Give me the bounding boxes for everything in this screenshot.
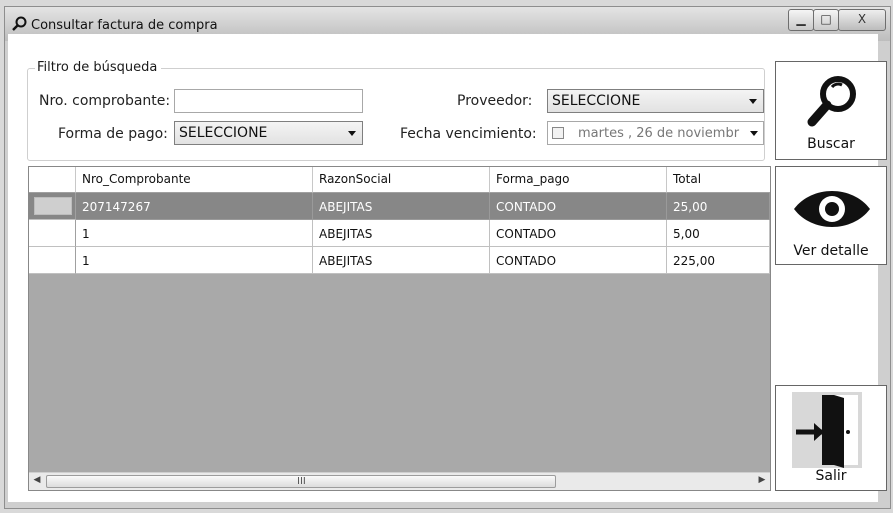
column-header-total[interactable]: Total (667, 167, 770, 193)
horizontal-scrollbar[interactable]: ◀ III ▶ (29, 472, 770, 490)
maximize-icon: □ (820, 12, 832, 26)
nro-comprobante-input[interactable] (174, 89, 363, 113)
buscar-button[interactable]: Buscar (775, 61, 887, 160)
ver-detalle-button[interactable]: Ver detalle (775, 166, 887, 265)
fecha-vencimiento-datepicker[interactable]: martes , 26 de noviembr (547, 121, 764, 145)
minimize-button[interactable]: ▁ (788, 9, 814, 31)
eye-icon (794, 191, 870, 227)
forma-pago-label: Forma de pago: (58, 126, 168, 142)
close-icon: X (857, 12, 867, 26)
chevron-down-icon (348, 131, 356, 136)
chevron-down-icon (750, 131, 758, 136)
minimize-icon: ▁ (796, 12, 806, 26)
scroll-left-icon[interactable]: ◀ (30, 475, 44, 489)
cell-forma-pago[interactable]: CONTADO (490, 247, 667, 274)
cell-razon-social[interactable]: ABEJITAS (313, 193, 490, 220)
cell-razon-social[interactable]: ABEJITAS (313, 247, 490, 274)
grid-corner-header (29, 167, 76, 193)
magnifier-icon (807, 76, 856, 127)
cell-nro-comprobante[interactable]: 1 (76, 220, 313, 247)
cell-total[interactable]: 25,00 (667, 193, 770, 220)
row-header[interactable] (29, 193, 76, 220)
proveedor-select-value: SELECCIONE (552, 93, 641, 109)
scrollbar-thumb[interactable]: III (46, 475, 556, 488)
close-button[interactable]: X (838, 9, 886, 31)
fecha-vencimiento-value: martes , 26 de noviembr (578, 126, 740, 141)
window-controls: ▁ □ X (788, 9, 886, 33)
fecha-vencimiento-checkbox[interactable] (552, 127, 564, 139)
scroll-grip: III (297, 476, 306, 487)
forma-pago-select[interactable]: SELECCIONE (174, 121, 363, 145)
nro-comprobante-label: Nro. comprobante: (39, 93, 171, 109)
forma-pago-select-value: SELECCIONE (179, 125, 268, 141)
cell-nro-comprobante[interactable]: 1 (76, 247, 313, 274)
cell-total[interactable]: 225,00 (667, 247, 770, 274)
cell-forma-pago[interactable]: CONTADO (490, 193, 667, 220)
ver-detalle-label: Ver detalle (793, 243, 869, 259)
column-header-nro-comprobante[interactable]: Nro_Comprobante (76, 167, 313, 193)
proveedor-label: Proveedor: (457, 93, 533, 109)
datepicker-dropdown-button[interactable] (747, 122, 761, 144)
proveedor-select[interactable]: SELECCIONE (547, 89, 764, 113)
scroll-right-icon[interactable]: ▶ (755, 475, 769, 489)
row-header[interactable] (29, 220, 76, 247)
cell-total[interactable]: 5,00 (667, 220, 770, 247)
fecha-vencimiento-label: Fecha vencimiento: (400, 126, 537, 142)
maximize-button[interactable]: □ (813, 9, 839, 31)
salir-button[interactable]: Salir (775, 385, 887, 491)
column-header-forma-pago[interactable]: Forma_pago (490, 167, 667, 193)
cell-nro-comprobante[interactable]: 207147267 (76, 193, 313, 220)
search-icon (12, 16, 27, 31)
filter-legend: Filtro de búsqueda (35, 60, 162, 75)
results-grid[interactable]: Nro_Comprobante RazonSocial Forma_pago T… (28, 166, 771, 491)
cell-razon-social[interactable]: ABEJITAS (313, 220, 490, 247)
exit-door-icon (792, 392, 862, 468)
chevron-down-icon (749, 99, 757, 104)
window-title: Consultar factura de compra (31, 18, 218, 33)
cell-forma-pago[interactable]: CONTADO (490, 220, 667, 247)
row-selector-marker (34, 197, 72, 215)
buscar-label: Buscar (807, 136, 855, 152)
salir-label: Salir (815, 468, 847, 484)
column-header-razon-social[interactable]: RazonSocial (313, 167, 490, 193)
filter-groupbox (27, 68, 765, 161)
row-header[interactable] (29, 247, 76, 274)
